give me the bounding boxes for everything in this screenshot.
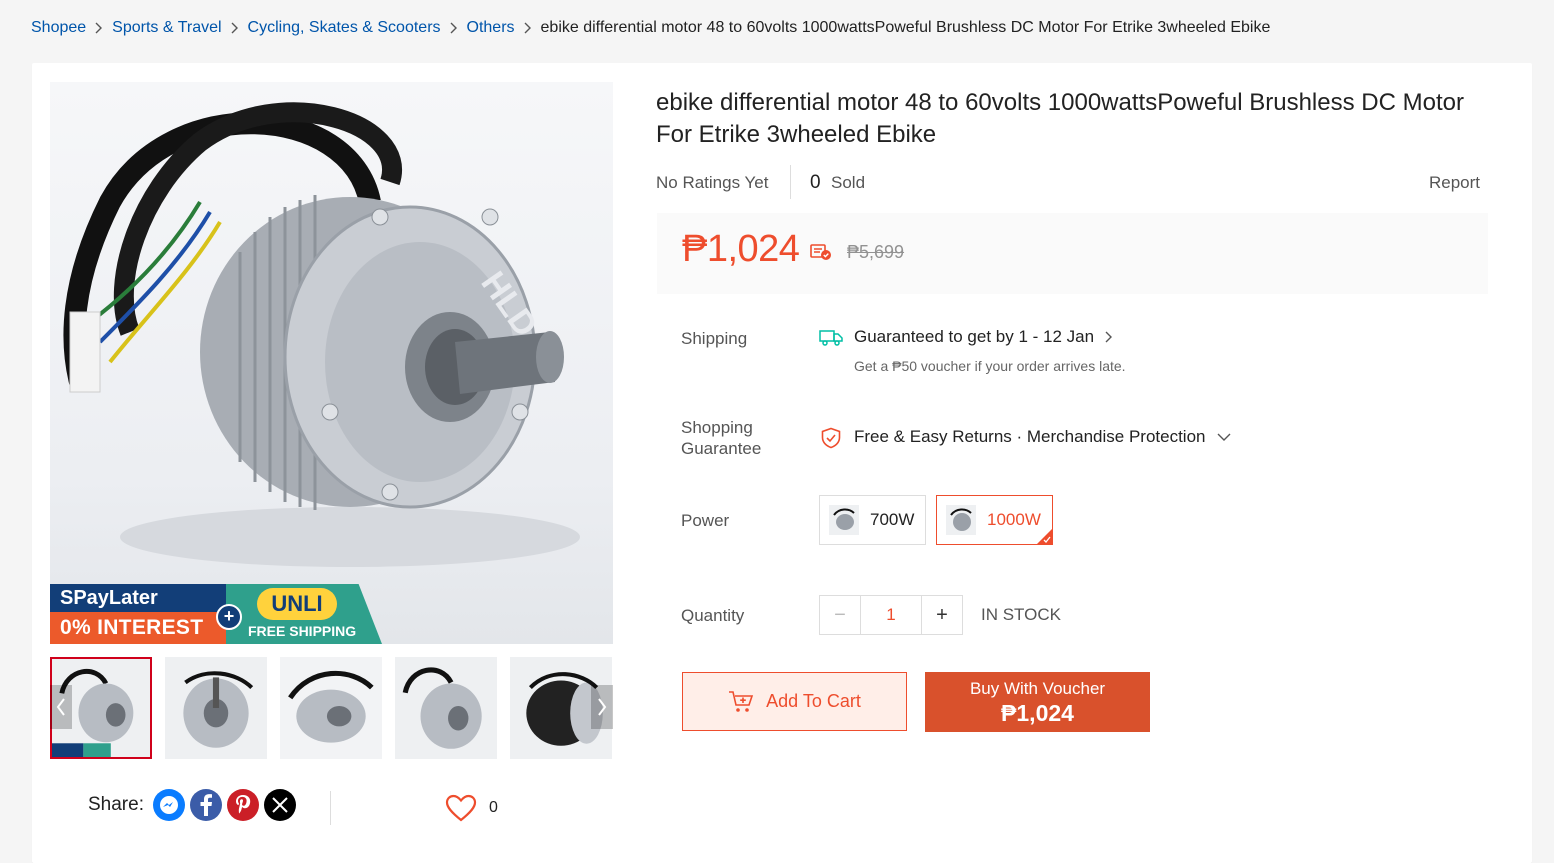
stock-status: IN STOCK	[981, 605, 1061, 624]
add-to-cart-button[interactable]: Add To Cart	[682, 672, 907, 731]
thumbnail-prev-button[interactable]	[50, 685, 72, 729]
add-to-cart-label: Add To Cart	[766, 691, 861, 711]
interest-text: 0% INTEREST	[50, 612, 226, 644]
shipping-guarantee-link[interactable]: Guaranteed to get by 1 - 12 Jan	[854, 327, 1113, 347]
chevron-right-icon	[515, 17, 541, 39]
pinterest-icon[interactable]	[226, 789, 259, 821]
truck-icon	[819, 330, 843, 346]
selected-check-icon	[1037, 529, 1052, 544]
unli-text: UNLI	[257, 588, 337, 620]
guarantee-text: Free & Easy Returns · Merchandise Protec…	[854, 427, 1206, 446]
sold-label: Sold	[831, 173, 866, 192]
chevron-right-icon	[1105, 331, 1113, 343]
breadcrumb-sports-travel[interactable]: Sports & Travel	[112, 17, 221, 39]
original-price: ₱5,699	[847, 242, 905, 262]
chevron-left-icon	[56, 698, 65, 716]
thumbnail-strip	[50, 657, 613, 759]
power-option-700w[interactable]: 700W	[819, 495, 926, 545]
buy-with-voucher-price: ₱1,024	[1001, 700, 1074, 726]
power-option-label: 1000W	[987, 510, 1041, 529]
ratings-text: No Ratings Yet	[656, 173, 769, 192]
thumbnail-image	[395, 657, 497, 759]
free-shipping-text: FREE SHIPPING	[248, 623, 357, 639]
quantity-stepper: − +	[819, 595, 963, 635]
chevron-right-icon	[441, 17, 467, 39]
thumbnail-next-button[interactable]	[591, 685, 613, 729]
current-price: ₱1,024	[682, 228, 800, 270]
thumbnail-image	[165, 657, 267, 759]
favorite-button[interactable]: 0	[445, 794, 498, 822]
guarantee-dropdown[interactable]: Free & Easy Returns · Merchandise Protec…	[854, 427, 1231, 447]
share-label: Share:	[88, 794, 144, 815]
breadcrumb: Shopee Sports & Travel Cycling, Skates &…	[31, 17, 1270, 39]
heart-icon	[445, 794, 477, 822]
product-title: ebike differential motor 48 to 60volts 1…	[656, 89, 1464, 148]
buy-with-voucher-button[interactable]: Buy With Voucher ₱1,024	[925, 672, 1150, 732]
thumbnail-4[interactable]	[395, 657, 497, 759]
spaylater-badge: SPayLater 0% INTEREST	[50, 584, 226, 644]
quantity-increase-button[interactable]: +	[921, 596, 962, 634]
variant-thumbnail	[829, 505, 859, 535]
power-option-1000w[interactable]: 1000W	[936, 495, 1053, 545]
favorite-count: 0	[489, 799, 498, 816]
chevron-down-icon	[1217, 433, 1231, 441]
divider	[790, 165, 791, 199]
power-option-label: 700W	[870, 510, 915, 529]
facebook-icon[interactable]	[189, 789, 222, 821]
quantity-decrease-button[interactable]: −	[820, 596, 861, 634]
quantity-label: Quantity	[681, 606, 745, 625]
guarantee-label-line2: Guarantee	[681, 439, 762, 458]
breadcrumb-shopee[interactable]: Shopee	[31, 17, 86, 39]
quantity-input[interactable]	[861, 596, 921, 634]
power-label: Power	[681, 511, 730, 530]
shield-icon	[821, 427, 841, 449]
product-card: HLD SPayLater 0% INTEREST + UNLI FREE SH…	[32, 63, 1532, 863]
chevron-right-icon	[598, 698, 607, 716]
report-link[interactable]: Report	[1429, 173, 1480, 193]
breadcrumb-others[interactable]: Others	[467, 17, 515, 39]
cart-plus-icon	[729, 690, 754, 712]
x-icon[interactable]	[263, 789, 296, 821]
promo-banner: SPayLater 0% INTEREST + UNLI FREE SHIPPI…	[50, 584, 382, 644]
motor-illustration: HLD	[63, 102, 580, 567]
breadcrumb-cycling[interactable]: Cycling, Skates & Scooters	[248, 17, 441, 39]
divider	[330, 791, 331, 825]
share-row: Share:	[88, 789, 296, 821]
chevron-right-icon	[86, 17, 112, 39]
plus-icon: +	[216, 604, 242, 630]
guarantee-label-line1: Shopping	[681, 418, 753, 437]
shipping-label: Shipping	[681, 329, 748, 348]
shipping-voucher-note: Get a ₱50 voucher if your order arrives …	[854, 358, 1126, 374]
main-product-image[interactable]: HLD SPayLater 0% INTEREST + UNLI FREE SH…	[50, 82, 613, 644]
thumbnail-image	[280, 657, 382, 759]
chevron-right-icon	[222, 17, 248, 39]
shipping-guarantee-text: Guaranteed to get by 1 - 12 Jan	[854, 327, 1095, 346]
breadcrumb-current: ebike differential motor 48 to 60volts 1…	[540, 19, 1271, 36]
thumbnail-3[interactable]	[280, 657, 382, 759]
product-stats: No Ratings Yet 0 Sold Report	[656, 165, 1488, 201]
sold-count: 0	[810, 172, 821, 193]
thumbnail-2[interactable]	[165, 657, 267, 759]
price-box: ₱1,024 ₱5,699	[657, 213, 1488, 294]
voucher-icon	[810, 244, 831, 260]
buy-with-voucher-label: Buy With Voucher	[969, 679, 1106, 698]
variant-thumbnail	[946, 505, 976, 535]
messenger-icon[interactable]	[152, 789, 185, 821]
spaylater-text: SPayLater	[50, 584, 226, 612]
